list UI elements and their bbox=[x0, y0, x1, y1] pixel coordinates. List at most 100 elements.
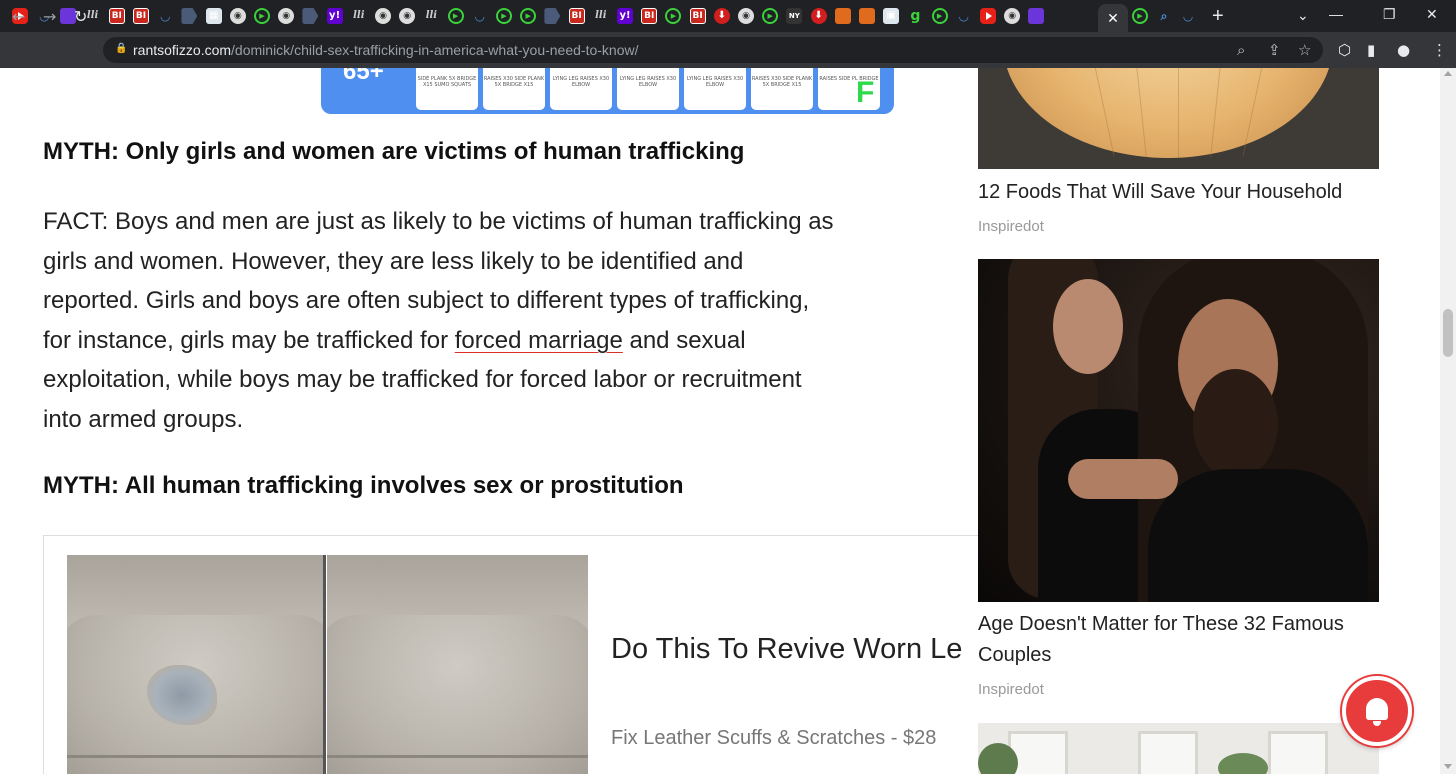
couple-image[interactable] bbox=[978, 259, 1379, 602]
play-icon: ▶ bbox=[496, 8, 512, 24]
arrow-icon bbox=[544, 8, 561, 24]
bookmark-star-icon[interactable]: ☆ bbox=[1298, 41, 1311, 59]
worn-sofa-image[interactable] bbox=[67, 555, 324, 774]
browser-tab[interactable]: ▦ bbox=[204, 5, 224, 27]
browser-tab[interactable]: lli bbox=[591, 5, 611, 27]
browser-tab[interactable]: ▶ bbox=[1130, 5, 1150, 27]
browser-tab[interactable]: ▶ bbox=[252, 5, 272, 27]
sidebar-item-source[interactable]: Inspiredot bbox=[978, 218, 1044, 235]
back-icon[interactable]: ← bbox=[12, 8, 25, 26]
browser-tab[interactable]: ◉ bbox=[373, 5, 393, 27]
browser-tab[interactable]: ◡ bbox=[470, 5, 490, 27]
browser-tab[interactable] bbox=[857, 5, 877, 27]
infographic-age: 65+ bbox=[343, 68, 384, 85]
browser-tab[interactable]: lli bbox=[349, 5, 369, 27]
url-text[interactable]: rantsofizzo.com/dominick/child-sex-traff… bbox=[133, 42, 639, 58]
active-tab[interactable]: ✕ bbox=[1098, 4, 1128, 32]
browser-tab[interactable]: ▶ bbox=[663, 5, 683, 27]
browser-tab[interactable]: BI bbox=[567, 5, 587, 27]
search-icon: ⌕ bbox=[1160, 9, 1168, 23]
browser-tab[interactable]: ▶ bbox=[760, 5, 780, 27]
browser-tab[interactable]: BI bbox=[639, 5, 659, 27]
menu-icon[interactable]: ⋮ bbox=[1432, 41, 1447, 59]
browser-tab[interactable]: g bbox=[905, 5, 925, 27]
browser-tab[interactable]: ◡ bbox=[954, 5, 974, 27]
fact-line: girls and women. However, they are less … bbox=[43, 247, 744, 275]
globe-icon: ◉ bbox=[229, 8, 246, 24]
forward-icon[interactable]: → bbox=[43, 8, 56, 26]
browser-tab[interactable]: y! bbox=[325, 5, 345, 27]
shield-icon: ◡ bbox=[1183, 9, 1193, 23]
extension-icon[interactable]: ⬡ bbox=[1338, 41, 1351, 59]
browser-tab[interactable] bbox=[542, 5, 562, 27]
browser-tab[interactable] bbox=[1026, 5, 1046, 27]
url-host: rantsofizzo.com bbox=[133, 42, 232, 58]
browser-tab[interactable]: ◡ bbox=[1178, 5, 1198, 27]
reload-icon[interactable]: ↻ bbox=[74, 8, 87, 26]
repaired-sofa-image[interactable] bbox=[327, 555, 588, 774]
maximize-button[interactable]: ❐ bbox=[1383, 6, 1396, 23]
close-window-button[interactable]: ✕ bbox=[1426, 6, 1438, 23]
new-tab-button[interactable]: + bbox=[1212, 6, 1224, 26]
ad-subtitle[interactable]: Fix Leather Scuffs & Scratches - $28 bbox=[611, 727, 936, 750]
browser-tab[interactable] bbox=[300, 5, 320, 27]
browser-tab[interactable]: ◉ bbox=[397, 5, 417, 27]
sidebar-item-title[interactable]: 12 Foods That Will Save Your Household bbox=[978, 177, 1388, 208]
browser-tab[interactable]: ◉ bbox=[1002, 5, 1022, 27]
browser-tab[interactable]: ◉ bbox=[276, 5, 296, 27]
fact-line: and sexual bbox=[622, 326, 746, 354]
yahoo-mail-icon bbox=[1028, 8, 1045, 24]
green-g-icon: g bbox=[910, 8, 921, 24]
scrollbar[interactable] bbox=[1440, 68, 1456, 774]
browser-tab[interactable]: ▶ bbox=[930, 5, 950, 27]
bookmark-icon bbox=[859, 8, 875, 24]
fact-line: reported. Girls and boys are often subje… bbox=[43, 287, 810, 315]
ad-title[interactable]: Do This To Revive Worn Le bbox=[611, 633, 962, 666]
close-icon[interactable]: ✕ bbox=[1107, 10, 1119, 27]
browser-tab[interactable]: BI bbox=[107, 5, 127, 27]
scroll-up-arrow[interactable] bbox=[1444, 71, 1452, 76]
tab-search-icon[interactable]: ⌄ bbox=[1297, 7, 1309, 24]
browser-tab[interactable]: ▶ bbox=[446, 5, 466, 27]
browser-tab[interactable]: ⌕ bbox=[1154, 5, 1174, 27]
share-icon[interactable]: ⇪ bbox=[1268, 41, 1281, 59]
globe-icon: ◉ bbox=[278, 8, 295, 24]
infographic-card: RAISES X30 SIDE PLANK 5X BRIDGE X15 bbox=[751, 68, 813, 110]
lock-icon[interactable]: 🔒 bbox=[115, 43, 127, 55]
browser-tab[interactable] bbox=[978, 5, 998, 27]
url-path: /dominick/child-sex-trafficking-in-ameri… bbox=[231, 42, 639, 58]
browser-tab[interactable] bbox=[833, 5, 853, 27]
browser-tab[interactable]: lli bbox=[421, 5, 441, 27]
room-image[interactable] bbox=[978, 723, 1379, 774]
minimize-button[interactable]: — bbox=[1329, 6, 1343, 22]
side-panel-icon[interactable]: ▮ bbox=[1367, 41, 1375, 59]
zoom-icon[interactable]: ⌕ bbox=[1237, 41, 1245, 59]
browser-tab[interactable]: ◉ bbox=[228, 5, 248, 27]
browser-tab[interactable]: ▶ bbox=[518, 5, 538, 27]
browser-tab[interactable]: NY bbox=[784, 5, 804, 27]
scrollbar-thumb[interactable] bbox=[1443, 309, 1453, 357]
globe-icon: ◉ bbox=[738, 8, 754, 24]
notification-bell-button[interactable] bbox=[1342, 676, 1412, 746]
scroll-down-arrow[interactable] bbox=[1444, 764, 1452, 769]
arrow-icon bbox=[181, 8, 198, 24]
picture-icon: ▦ bbox=[205, 8, 222, 24]
browser-tab[interactable]: BI bbox=[688, 5, 708, 27]
browser-tab[interactable]: ⬇ bbox=[712, 5, 732, 27]
sidebar-item-title[interactable]: Age Doesn't Matter for These 32 Famous C… bbox=[978, 609, 1388, 671]
browser-tab[interactable]: BI bbox=[131, 5, 151, 27]
browser-tab[interactable]: ⬇ bbox=[809, 5, 829, 27]
browser-tab[interactable]: y! bbox=[615, 5, 635, 27]
bookmark-icon bbox=[834, 8, 851, 24]
profile-icon[interactable]: ● bbox=[1397, 41, 1410, 59]
browser-tab[interactable]: ◡ bbox=[155, 5, 175, 27]
infographic-logo: F bbox=[856, 76, 875, 109]
browser-tab[interactable]: ◉ bbox=[736, 5, 756, 27]
browser-tab[interactable]: ▣ bbox=[881, 5, 901, 27]
forced-marriage-link[interactable]: forced marriage bbox=[455, 327, 623, 354]
sidebar-item-source[interactable]: Inspiredot bbox=[978, 681, 1044, 698]
fact-line: exploitation, while boys may be traffick… bbox=[43, 366, 802, 394]
browser-tab[interactable] bbox=[179, 5, 199, 27]
browser-tab[interactable]: ▶ bbox=[494, 5, 514, 27]
onion-image[interactable] bbox=[978, 68, 1379, 169]
